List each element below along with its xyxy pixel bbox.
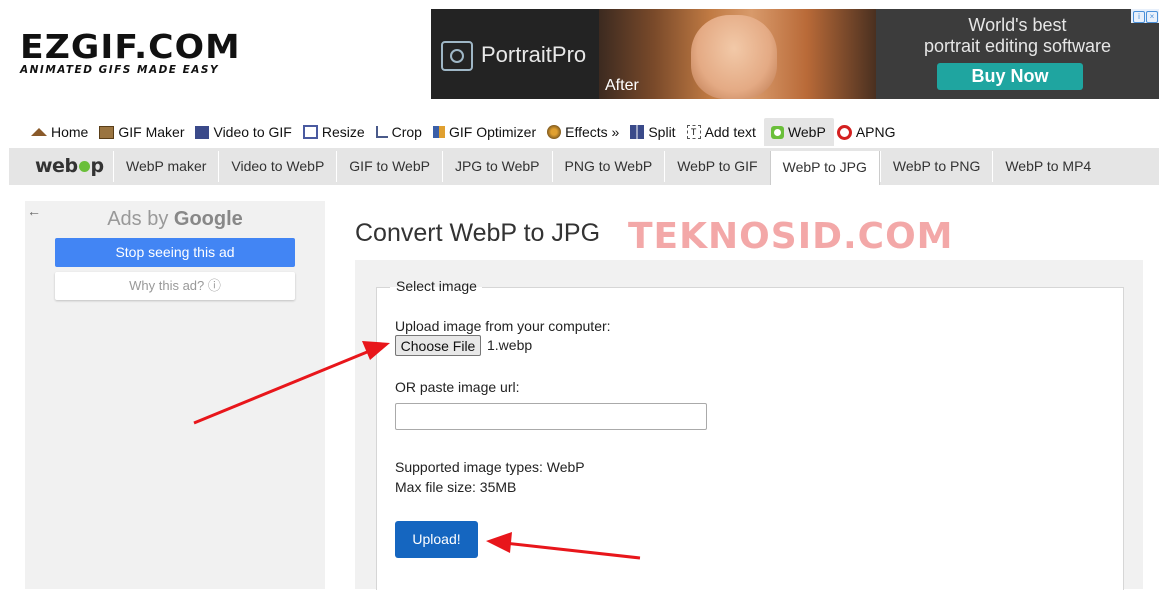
chosen-file-name: 1.webp <box>487 337 533 353</box>
sidebar-ad: ← Ads by Google Stop seeing this ad Why … <box>25 201 325 589</box>
info-icon: i <box>1133 11 1145 23</box>
optimizer-icon <box>432 126 445 138</box>
nav-split[interactable]: Split <box>627 118 683 146</box>
nav-add-text[interactable]: T Add text <box>684 118 764 146</box>
ad-brand-panel: PortraitPro <box>431 9 599 99</box>
site-logo[interactable]: EZGIF.COM ANIMATED GIFS MADE EASY <box>20 30 250 77</box>
ads-by-label: Ads by <box>107 208 169 230</box>
resize-icon <box>302 125 318 139</box>
tab-webp-maker[interactable]: WebP maker <box>113 151 218 182</box>
tab-webp-to-png[interactable]: WebP to PNG <box>879 151 992 182</box>
nav-webp[interactable]: WebP <box>763 118 834 146</box>
tab-png-to-webp[interactable]: PNG to WebP <box>551 151 665 182</box>
buy-now-button[interactable]: Buy Now <box>937 63 1083 90</box>
ad-brand: PortraitPro <box>481 42 587 67</box>
top-ad-banner[interactable]: PortraitPro After World's best portrait … <box>431 9 1159 99</box>
upload-label: Upload image from your computer: <box>395 318 611 334</box>
nav-label: Crop <box>391 124 422 140</box>
nav-label: WebP <box>787 124 826 140</box>
url-label: OR paste image url: <box>395 379 520 395</box>
ad-photo: After <box>599 9 876 99</box>
fieldset-legend: Select image <box>396 278 477 294</box>
nav-home[interactable]: Home <box>28 118 96 146</box>
nav-effects[interactable]: Effects » <box>544 118 627 146</box>
film-icon <box>195 125 210 139</box>
webp-sub-nav: web p WebP maker Video to WebP GIF to Web… <box>9 148 1159 185</box>
nav-label: Resize <box>321 124 365 140</box>
adchoices-icon[interactable]: i × <box>1131 9 1159 23</box>
home-icon <box>31 128 47 136</box>
ad-photo-caption: After <box>605 77 639 94</box>
nav-crop[interactable]: Crop <box>373 118 430 146</box>
nav-label: GIF Maker <box>118 124 185 140</box>
crop-icon <box>375 126 388 138</box>
tab-jpg-to-webp[interactable]: JPG to WebP <box>441 151 552 182</box>
effects-icon <box>547 125 562 139</box>
nav-label: Video to GIF <box>213 124 292 140</box>
nav-resize[interactable]: Resize <box>300 118 373 146</box>
gif-maker-icon <box>99 125 115 139</box>
nav-video-to-gif[interactable]: Video to GIF <box>192 118 299 146</box>
image-url-input[interactable] <box>395 403 707 430</box>
main-nav: Home GIF Maker Video to GIF Resize Crop … <box>28 118 904 146</box>
logo-main-text: EZGIF.COM <box>20 27 241 66</box>
tab-video-to-webp[interactable]: Video to WebP <box>218 151 336 182</box>
tab-gif-to-webp[interactable]: GIF to WebP <box>336 151 442 182</box>
tab-webp-to-jpg[interactable]: WebP to JPG <box>769 151 880 185</box>
close-icon: × <box>1146 11 1158 23</box>
stop-seeing-ad-button[interactable]: Stop seeing this ad <box>55 238 295 267</box>
nav-label: Home <box>51 124 89 140</box>
tab-webp-to-gif[interactable]: WebP to GIF <box>664 151 769 182</box>
choose-file-button[interactable]: Choose File <box>395 335 481 356</box>
ad-copy-panel: World's best portrait editing software B… <box>876 9 1159 99</box>
portrait-image <box>691 15 777 99</box>
nav-gif-optimizer[interactable]: GIF Optimizer <box>430 118 544 146</box>
webp-logo-dot-icon <box>78 161 90 172</box>
camera-icon <box>441 41 473 71</box>
nav-gif-maker[interactable]: GIF Maker <box>96 118 192 146</box>
ad-headline-1: World's best <box>968 15 1067 35</box>
tab-webp-to-mp4[interactable]: WebP to MP4 <box>992 151 1103 182</box>
nav-label: Split <box>648 124 676 140</box>
max-file-size: Max file size: 35MB <box>395 479 517 495</box>
webp-icon <box>770 125 784 139</box>
add-text-icon: T <box>686 125 701 139</box>
google-logo: Google <box>173 208 243 230</box>
supported-types: Supported image types: WebP <box>395 459 585 475</box>
upload-button[interactable]: Upload! <box>395 521 478 558</box>
ad-headline-2: portrait editing software <box>923 36 1112 56</box>
page-title: Convert WebP to JPG <box>355 219 601 247</box>
split-icon <box>630 125 645 139</box>
watermark: TEKNOSID.COM <box>628 216 954 257</box>
nav-label: Effects » <box>565 124 620 140</box>
ads-by-google: Ads by Google <box>25 208 325 231</box>
nav-apng[interactable]: APNG <box>834 118 904 146</box>
apng-icon <box>836 124 852 140</box>
nav-label: APNG <box>855 124 896 140</box>
nav-label: GIF Optimizer <box>448 124 537 140</box>
webp-logo: web p <box>35 155 104 177</box>
nav-label: Add text <box>704 124 756 140</box>
why-this-ad-button[interactable]: Why this ad? ⓘ <box>55 272 295 300</box>
